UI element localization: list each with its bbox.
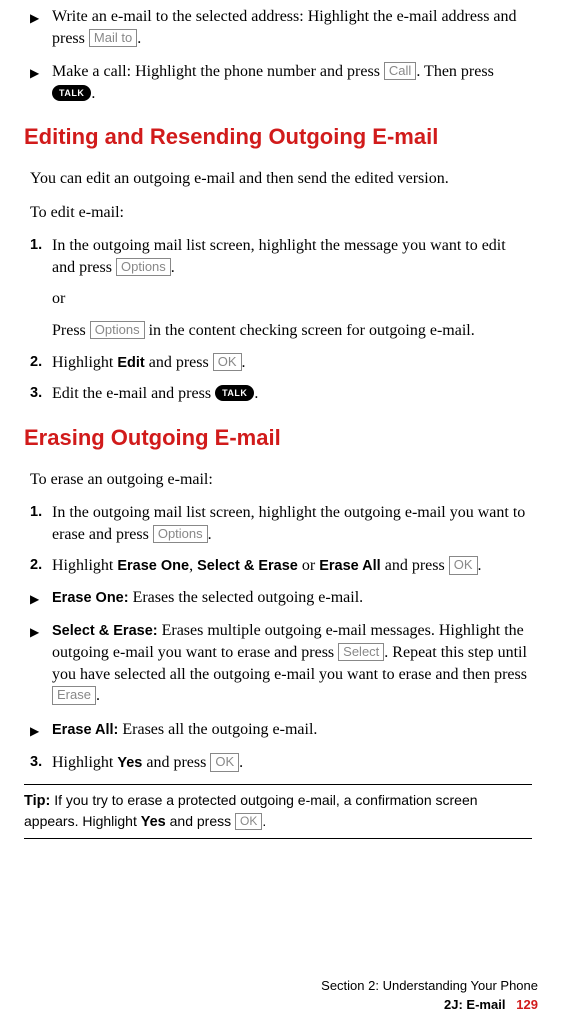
text: . (171, 259, 175, 276)
triangle-bullet-icon: ▶ (30, 620, 52, 706)
footer-section-title: Section 2: Understanding Your Phone (321, 977, 538, 995)
text: Highlight (52, 754, 117, 771)
bullet-item: ▶ Erase One: Erases the selected outgoin… (30, 587, 532, 609)
bullet-text: Make a call: Highlight the phone number … (52, 61, 532, 104)
triangle-bullet-icon: ▶ (30, 719, 52, 741)
text: . (208, 526, 212, 543)
ok-softkey: OK (235, 813, 262, 830)
talk-key-icon: TALK (52, 85, 91, 101)
text: and press (145, 354, 213, 371)
page-footer: Section 2: Understanding Your Phone 2J: … (321, 977, 538, 1014)
text: . Then press (416, 63, 493, 80)
step-item: 2. Highlight Erase One, Select & Erase o… (30, 555, 532, 577)
heading-erasing: Erasing Outgoing E-mail (24, 423, 532, 453)
step-number: 1. (30, 235, 52, 278)
heading-editing-resending: Editing and Resending Outgoing E-mail (24, 122, 532, 152)
step-number: 3. (30, 383, 52, 405)
footer-chapter: 2J: E-mail (444, 997, 505, 1012)
bold-term: Erase All: (52, 722, 118, 738)
bullet-item: ▶ Make a call: Highlight the phone numbe… (30, 61, 532, 104)
triangle-bullet-icon: ▶ (30, 587, 52, 609)
bullet-item: ▶ Write an e-mail to the selected addres… (30, 6, 532, 49)
step-number: 3. (30, 752, 52, 774)
tip-label: Tip: (24, 793, 50, 809)
text: and press (381, 557, 449, 574)
call-softkey: Call (384, 62, 416, 80)
text: Highlight (52, 557, 117, 574)
bullet-item: ▶ Erase All: Erases all the outgoing e-m… (30, 719, 532, 741)
step-or: or (52, 288, 532, 310)
bullet-text: Erase All: Erases all the outgoing e-mai… (52, 719, 532, 741)
text: . (91, 85, 95, 102)
talk-key-icon: TALK (215, 385, 254, 401)
text: . (478, 557, 482, 574)
text: Erases the selected outgoing e-mail. (129, 589, 364, 606)
text: Erases all the outgoing e-mail. (118, 721, 317, 738)
text: In the outgoing mail list screen, highli… (52, 504, 525, 543)
ok-softkey: OK (213, 353, 242, 371)
bullet-text: Write an e-mail to the selected address:… (52, 6, 532, 49)
text: Highlight (52, 354, 117, 371)
step-item: 3. Edit the e-mail and press TALK. (30, 383, 532, 405)
ok-softkey: OK (449, 556, 478, 574)
bullet-item: ▶ Select & Erase: Erases multiple outgoi… (30, 620, 532, 706)
bold-term: Erase All (319, 558, 381, 574)
step-text: Press Options in the content checking sc… (52, 320, 532, 342)
page-number: 129 (516, 997, 538, 1012)
text: , (189, 557, 197, 574)
bullet-text: Select & Erase: Erases multiple outgoing… (52, 620, 532, 706)
text: and press (166, 813, 235, 829)
ok-softkey: OK (210, 753, 239, 771)
text: in the content checking screen for outgo… (145, 322, 475, 339)
options-softkey: Options (90, 321, 145, 339)
text: Edit the e-mail and press (52, 385, 215, 402)
step-text: Highlight Yes and press OK. (52, 752, 532, 774)
bullet-text: Erase One: Erases the selected outgoing … (52, 587, 532, 609)
step-number: 1. (30, 502, 52, 545)
erase-softkey: Erase (52, 686, 96, 704)
tip-block: Tip: If you try to erase a protected out… (24, 784, 532, 839)
text: . (96, 687, 100, 704)
step-item: 3. Highlight Yes and press OK. (30, 752, 532, 774)
paragraph: To erase an outgoing e-mail: (30, 469, 532, 491)
text: . (254, 385, 258, 402)
step-text: In the outgoing mail list screen, highli… (52, 502, 532, 545)
bold-term: Yes (117, 755, 142, 771)
step-number: 2. (30, 555, 52, 577)
text: . (242, 354, 246, 371)
mail-to-softkey: Mail to (89, 29, 137, 47)
step-item: 1. In the outgoing mail list screen, hig… (30, 502, 532, 545)
paragraph: To edit e-mail: (30, 202, 532, 224)
text: . (262, 813, 266, 829)
step-item: 2. Highlight Edit and press OK. (30, 352, 532, 374)
step-text: Highlight Edit and press OK. (52, 352, 532, 374)
step-text: Edit the e-mail and press TALK. (52, 383, 532, 405)
triangle-bullet-icon: ▶ (30, 6, 52, 49)
step-text: In the outgoing mail list screen, highli… (52, 235, 532, 278)
text: . (137, 30, 141, 47)
text: . (239, 754, 243, 771)
step-item: 1. In the outgoing mail list screen, hig… (30, 235, 532, 278)
triangle-bullet-icon: ▶ (30, 61, 52, 104)
bold-term: Edit (117, 355, 144, 371)
paragraph: You can edit an outgoing e-mail and then… (30, 168, 532, 190)
step-number: 2. (30, 352, 52, 374)
bold-term: Select & Erase (197, 558, 298, 574)
bold-term: Erase One (117, 558, 189, 574)
bold-term: Erase One: (52, 590, 129, 606)
footer-subsection: 2J: E-mail 129 (321, 996, 538, 1014)
text: or (298, 557, 319, 574)
text: and press (142, 754, 210, 771)
bold-term: Yes (141, 814, 166, 830)
options-softkey: Options (116, 258, 171, 276)
text: Press (52, 322, 90, 339)
text: Make a call: Highlight the phone number … (52, 63, 384, 80)
select-softkey: Select (338, 643, 384, 661)
options-softkey: Options (153, 525, 208, 543)
bold-term: Select & Erase: (52, 623, 158, 639)
step-text: Highlight Erase One, Select & Erase or E… (52, 555, 532, 577)
